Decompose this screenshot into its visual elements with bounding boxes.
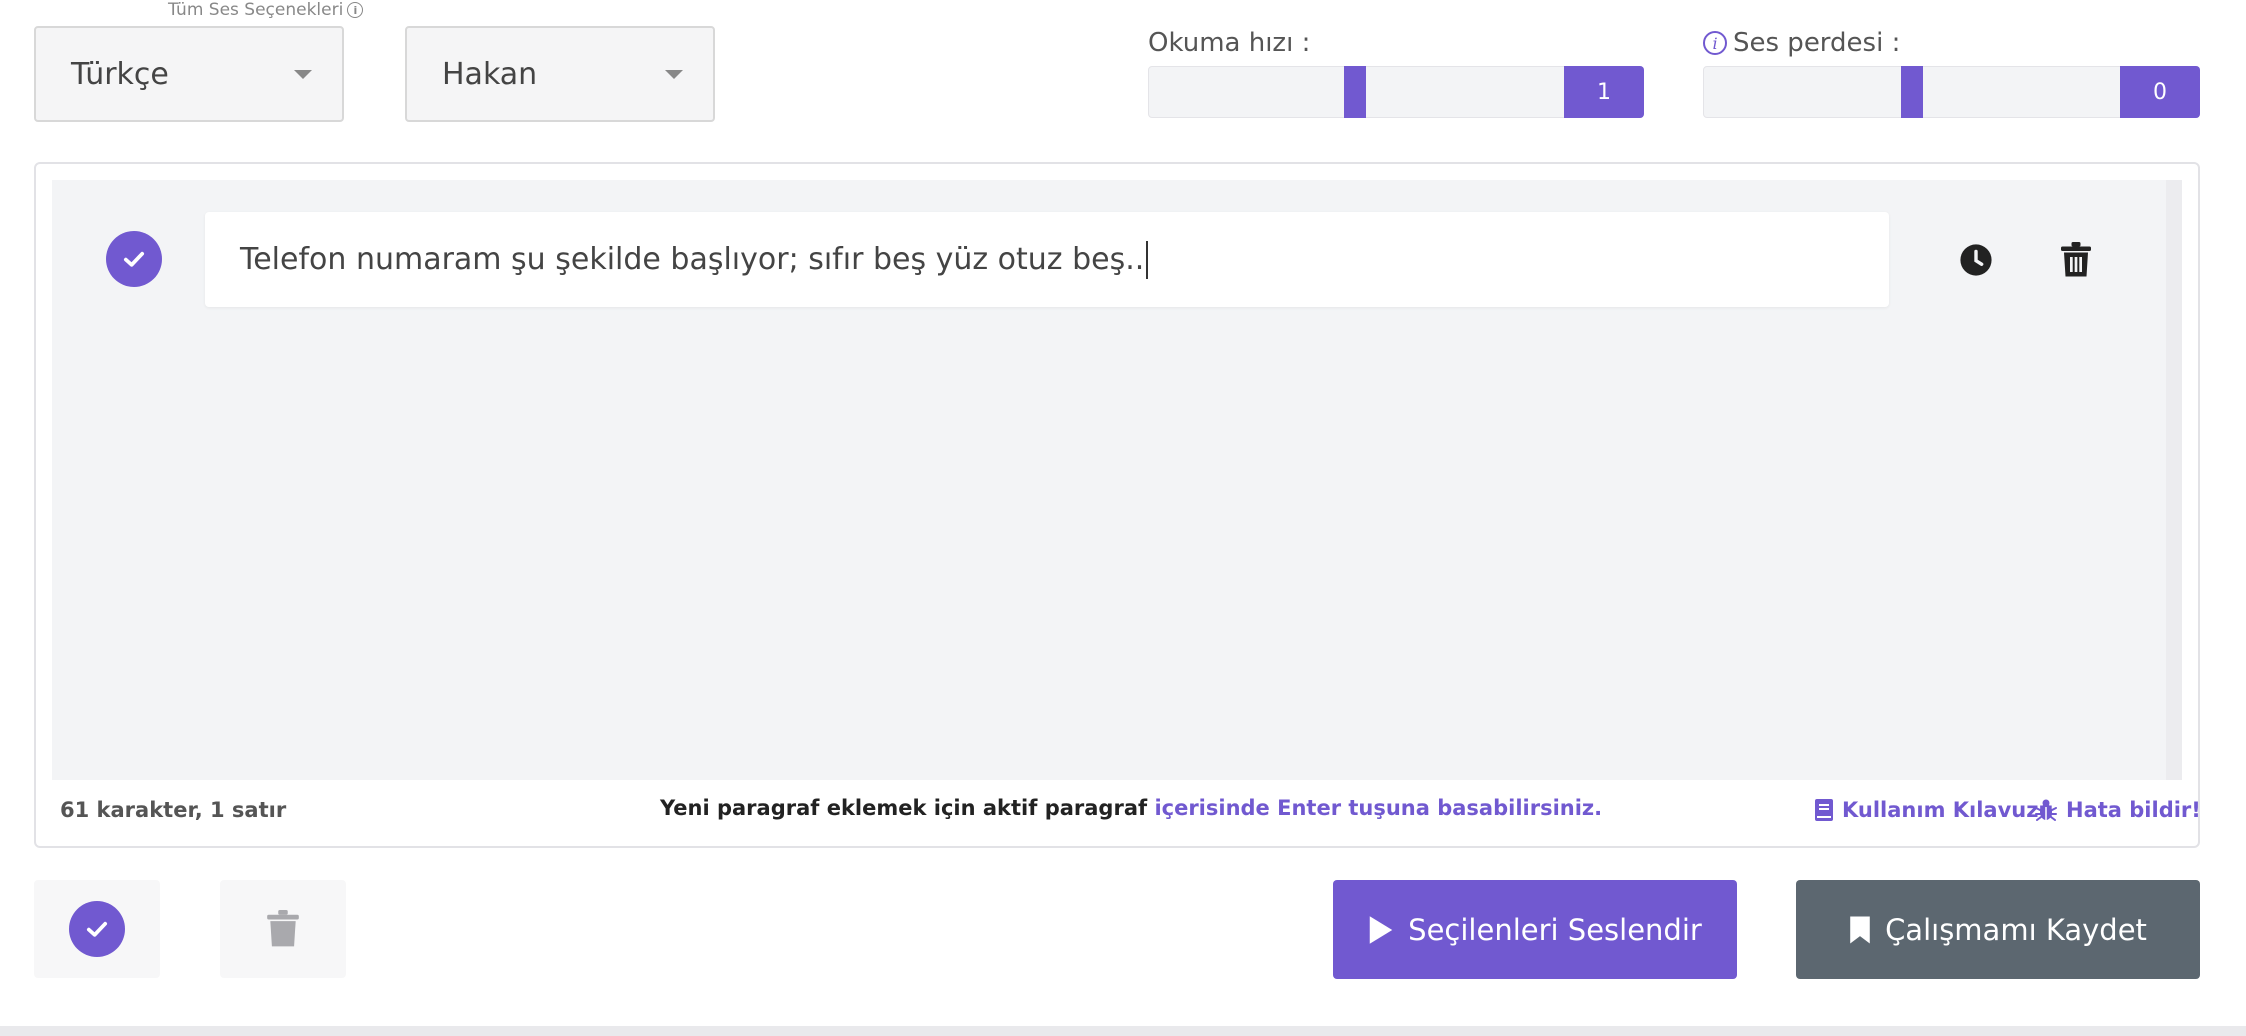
enter-hint-purple: içerisinde Enter tuşuna basabilirsiniz. [1154, 796, 1603, 820]
check-icon [86, 921, 108, 937]
check-icon [123, 251, 145, 267]
info-icon[interactable]: i [1703, 31, 1727, 55]
paragraph-text: Telefon numaram şu şekilde başlıyor; sıf… [240, 242, 1145, 277]
report-bug-link[interactable]: Hata bildir! [2034, 798, 2201, 822]
pitch-slider-thumb[interactable] [1901, 66, 1923, 118]
report-bug-label: Hata bildir! [2066, 798, 2201, 822]
bookmark-icon [1850, 916, 1870, 943]
speed-value: 1 [1564, 66, 1644, 118]
speak-selected-button[interactable]: Seçilenleri Seslendir [1333, 880, 1737, 979]
trash-icon [2061, 241, 2091, 276]
select-all-button[interactable] [34, 880, 160, 978]
bug-icon [2035, 799, 2057, 821]
user-guide-link[interactable]: Kullanım Kılavuzu [1814, 798, 2053, 822]
text-cursor [1146, 240, 1149, 279]
caret-down-icon [294, 70, 312, 79]
paragraph-text-input[interactable]: Telefon numaram şu şekilde başlıyor; sıf… [205, 212, 1889, 307]
play-icon [1369, 915, 1393, 944]
voice-select-value: Hakan [442, 56, 538, 92]
delete-selected-button[interactable] [220, 880, 346, 978]
voice-options-label[interactable]: Tüm Ses Seçenekleri i [168, 0, 364, 20]
speed-slider[interactable]: 1 [1148, 66, 1644, 118]
speed-label-text: Okuma hızı : [1148, 28, 1311, 58]
voice-options-text: Tüm Ses Seçenekleri [168, 0, 344, 20]
pitch-label: i Ses perdesi : [1703, 28, 1900, 58]
bottom-edge [0, 1026, 2246, 1036]
select-all-check [69, 901, 125, 957]
caret-down-icon [665, 70, 683, 79]
save-work-button[interactable]: Çalışmamı Kaydet [1796, 880, 2200, 979]
info-icon: i [347, 2, 364, 18]
paragraph-select-checkbox[interactable] [106, 231, 162, 287]
paragraph-delete-button[interactable] [2028, 212, 2124, 307]
pitch-slider[interactable]: 0 [1703, 66, 2200, 118]
pitch-value: 0 [2120, 66, 2200, 118]
language-select[interactable]: Türkçe [34, 26, 344, 122]
scrollbar[interactable] [2166, 180, 2182, 780]
voice-select[interactable]: Hakan [405, 26, 715, 122]
pitch-label-text: Ses perdesi : [1733, 28, 1901, 58]
speak-selected-label: Seçilenleri Seslendir [1408, 912, 1702, 947]
paragraph-timing-button[interactable] [1928, 212, 2024, 307]
character-count: 61 karakter, 1 satır [60, 798, 287, 822]
speed-label: Okuma hızı : [1148, 28, 1310, 58]
user-guide-label: Kullanım Kılavuzu [1842, 798, 2054, 822]
save-work-label: Çalışmamı Kaydet [1885, 912, 2147, 947]
enter-hint-dark: Yeni paragraf eklemek için aktif paragra… [660, 796, 1155, 820]
clock-icon [1960, 243, 1992, 276]
speed-slider-thumb[interactable] [1344, 66, 1366, 118]
trash-icon [267, 910, 299, 947]
language-select-value: Türkçe [71, 56, 169, 92]
book-icon [1815, 799, 1833, 821]
enter-hint: Yeni paragraf eklemek için aktif paragra… [660, 796, 1602, 820]
